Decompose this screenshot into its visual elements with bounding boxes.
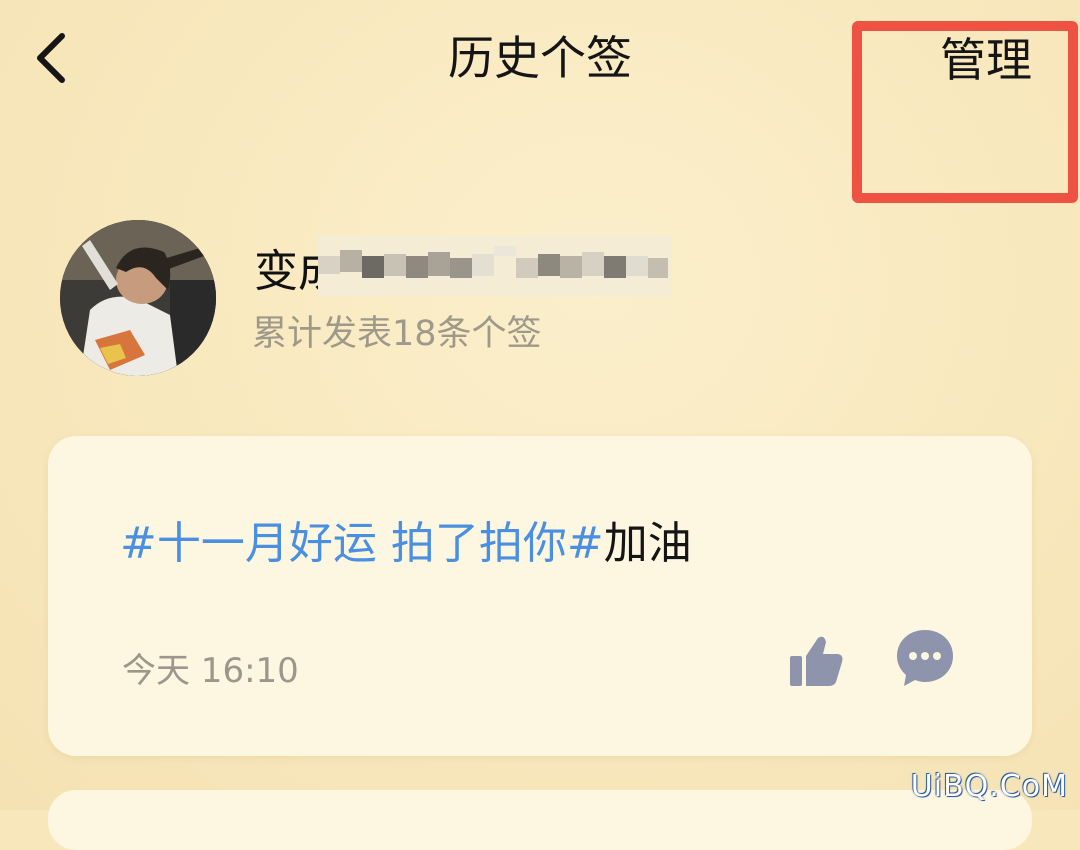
post-count: 累计发表18条个签 — [252, 314, 542, 354]
avatar[interactable] — [60, 220, 216, 376]
signature-text: #十一月好运 拍了拍你#加油 — [120, 514, 692, 574]
comment-button[interactable] — [892, 626, 958, 692]
avatar-image — [60, 220, 216, 376]
topic-tag[interactable]: #十一月好运 拍了拍你# — [120, 518, 604, 569]
watermark: UiBQ.CoM — [910, 769, 1068, 804]
name-redaction-mosaic — [318, 236, 672, 296]
signature-card[interactable]: #十一月好运 拍了拍你#加油 今天 16:10 — [48, 436, 1032, 756]
page-title: 历史个签 — [448, 31, 632, 85]
post-time: 今天 16:10 — [122, 651, 299, 691]
thumbs-up-icon — [790, 636, 843, 686]
like-button[interactable] — [786, 630, 848, 692]
signature-body: 加油 — [603, 518, 692, 569]
next-signature-card[interactable] — [48, 790, 1032, 850]
manage-button[interactable]: 管理 — [940, 30, 1032, 90]
comment-bubble-icon — [897, 630, 953, 686]
